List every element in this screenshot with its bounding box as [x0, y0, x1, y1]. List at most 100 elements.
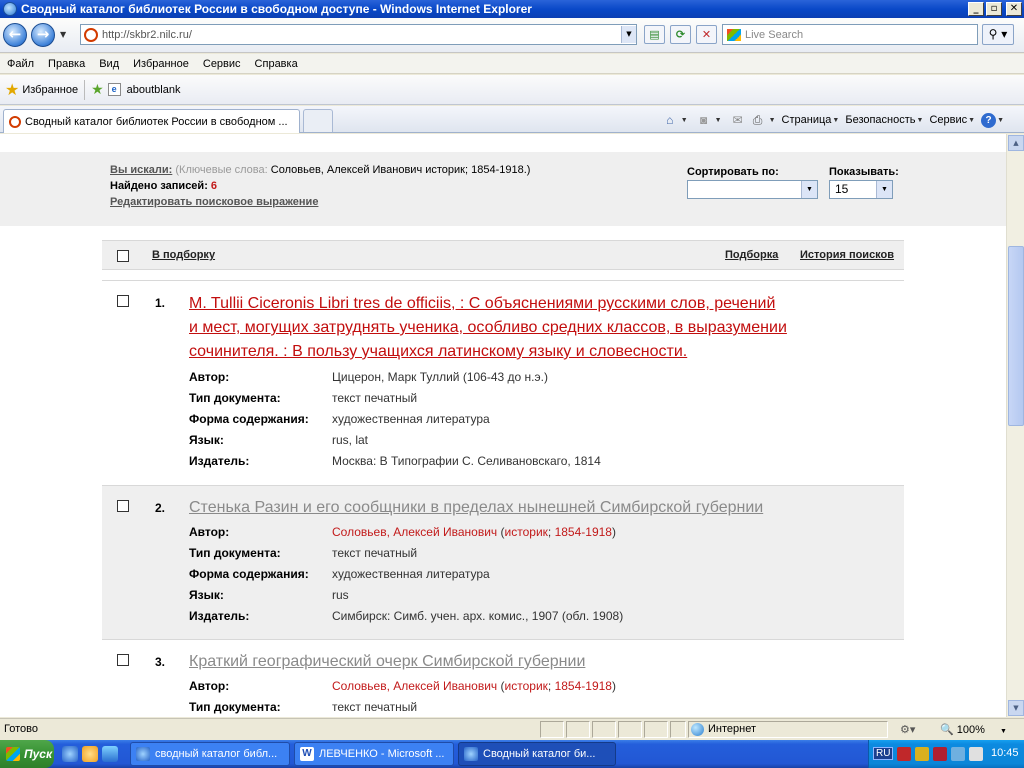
search-input[interactable]: Live Search — [722, 24, 978, 45]
record-1-title-line-1[interactable]: M. Tullii Ciceronis Libri tres de offici… — [189, 292, 899, 316]
record-2-checkbox[interactable] — [117, 500, 129, 512]
print-icon[interactable]: ⎙ — [750, 113, 766, 127]
new-tab-button[interactable] — [303, 109, 333, 132]
scroll-thumb[interactable] — [1008, 246, 1024, 426]
history-dropdown-icon[interactable]: ▼ — [60, 30, 66, 39]
field-value: текст печатный — [332, 391, 418, 405]
feeds-dropdown-icon[interactable]: ▼ — [715, 117, 722, 124]
per-page-dropdown-icon[interactable]: ▼ — [876, 181, 892, 198]
record-1-title-link[interactable]: M. Tullii Ciceronis Libri tres de offici… — [189, 292, 899, 364]
select-all-checkbox[interactable] — [117, 250, 129, 262]
back-button[interactable]: ← — [3, 23, 27, 47]
sort-select[interactable]: ▼ — [687, 180, 818, 199]
start-button[interactable]: Пуск — [0, 740, 54, 768]
home-icon[interactable]: ⌂ — [662, 113, 678, 127]
refresh-icon[interactable]: ⟳ — [670, 25, 691, 44]
favorites-star-icon[interactable]: ★ — [5, 80, 19, 100]
status-segment — [592, 721, 616, 738]
tray-app-icon[interactable] — [933, 747, 947, 761]
zoom-control[interactable]: 🔍 100% ▼ — [940, 723, 1007, 736]
tray-app-icon[interactable] — [951, 747, 965, 761]
add-to-selection-link[interactable]: В подборку — [152, 249, 215, 261]
menu-favorites[interactable]: Избранное — [126, 58, 196, 70]
result-record-2: 2. Стенька Разин и его сообщники в преде… — [102, 486, 904, 640]
author-name-link[interactable]: Соловьев, Алексей Иванович — [332, 525, 497, 539]
zoom-dropdown-icon[interactable]: ▼ — [1000, 728, 1007, 735]
tools-menu[interactable]: Сервис — [929, 114, 967, 126]
record-2-title-link[interactable]: Стенька Разин и его сообщники в пределах… — [189, 496, 899, 520]
language-indicator[interactable]: RU — [873, 747, 894, 760]
search-history-link[interactable]: История поисков — [800, 249, 894, 261]
mail-icon[interactable]: ✉ — [730, 113, 746, 127]
forward-button[interactable]: → — [31, 23, 55, 47]
menu-tools[interactable]: Сервис — [196, 58, 248, 70]
help-icon[interactable]: ? — [981, 112, 997, 128]
zone-text: Интернет — [708, 723, 756, 735]
page-dropdown-icon[interactable]: ▼ — [832, 117, 839, 124]
scroll-down-icon[interactable]: ▼ — [1008, 700, 1024, 716]
page-menu[interactable]: Страница — [782, 114, 832, 126]
vertical-scrollbar[interactable]: ▲ ▼ — [1006, 134, 1024, 717]
edit-query-link[interactable]: Редактировать поисковое выражение — [110, 196, 318, 208]
per-page-select[interactable]: 15 ▼ — [829, 180, 893, 199]
address-dropdown-icon[interactable]: ▼ — [621, 26, 636, 43]
show-desktop-icon[interactable] — [102, 746, 118, 762]
record-3-checkbox[interactable] — [117, 654, 129, 666]
author-role-link[interactable]: историк — [505, 525, 548, 539]
menu-help[interactable]: Справка — [248, 58, 305, 70]
results-list: 1. M. Tullii Ciceronis Libri tres de off… — [102, 280, 904, 717]
taskbar-item-word[interactable]: W ЛЕВЧЕНКО - Microsoft ... — [294, 742, 454, 766]
search-query-line: Вы искали: (Ключевые слова: Соловьев, Ал… — [110, 164, 530, 176]
stop-icon[interactable]: ✕ — [696, 25, 717, 44]
search-button[interactable]: ⚲ ▾ — [982, 24, 1014, 45]
print-dropdown-icon[interactable]: ▼ — [769, 117, 776, 124]
feeds-icon[interactable]: ◙ — [696, 113, 712, 127]
help-dropdown-icon[interactable]: ▼ — [997, 117, 1004, 124]
clock[interactable]: 10:45 — [991, 747, 1019, 759]
menu-file[interactable]: Файл — [0, 58, 41, 70]
security-zone[interactable]: Интернет — [688, 721, 888, 738]
url-text[interactable]: http://skbr2.nilc.ru/ — [102, 29, 621, 41]
minimize-button[interactable]: _ — [968, 2, 984, 16]
found-label: Найдено записей: — [110, 180, 208, 192]
status-text: Готово — [4, 723, 38, 735]
author-role-link[interactable]: историк — [505, 679, 548, 693]
tray-app-icon[interactable] — [915, 747, 929, 761]
home-dropdown-icon[interactable]: ▼ — [681, 117, 688, 124]
tab-active[interactable]: Сводный каталог библиотек России в свобо… — [3, 109, 300, 133]
media-player-quicklaunch-icon[interactable] — [82, 746, 98, 762]
record-1-checkbox[interactable] — [117, 295, 129, 307]
protected-mode-icon[interactable]: ⚙▾ — [900, 723, 915, 736]
maximize-button[interactable]: ▫ — [986, 2, 1002, 16]
field-value: текст печатный — [332, 546, 418, 560]
author-dates-link[interactable]: 1854-1918 — [555, 679, 612, 693]
tools-dropdown-icon[interactable]: ▼ — [968, 117, 975, 124]
selection-link[interactable]: Подборка — [725, 249, 778, 261]
add-favorite-icon[interactable]: ★ — [91, 81, 104, 98]
close-button[interactable]: ✕ — [1006, 2, 1022, 16]
safety-menu[interactable]: Безопасность — [845, 114, 915, 126]
tray-app-icon[interactable] — [897, 747, 911, 761]
volume-icon[interactable] — [969, 747, 983, 761]
taskbar-item-ie-active[interactable]: Сводный каталог би... — [458, 742, 616, 766]
taskbar-item-ie-1[interactable]: сводный каталог библ... — [130, 742, 290, 766]
favorite-link-aboutblank[interactable]: aboutblank — [127, 84, 181, 96]
menu-edit[interactable]: Правка — [41, 58, 92, 70]
address-bar[interactable]: http://skbr2.nilc.ru/ ▼ — [80, 24, 637, 45]
sort-dropdown-icon[interactable]: ▼ — [801, 181, 817, 198]
record-1-title-line-2[interactable]: и мест, могущих затруднять ученика, особ… — [189, 316, 899, 340]
compatibility-icon[interactable]: ▤ — [644, 25, 665, 44]
author-name-link[interactable]: Соловьев, Алексей Иванович — [332, 679, 497, 693]
favorites-button[interactable]: Избранное — [22, 84, 78, 96]
ie-quicklaunch-icon[interactable] — [62, 746, 78, 762]
menu-view[interactable]: Вид — [92, 58, 126, 70]
page-content: Вы искали: (Ключевые слова: Соловьев, Ал… — [0, 134, 1006, 717]
safety-dropdown-icon[interactable]: ▼ — [917, 117, 924, 124]
menu-bar: Файл Правка Вид Избранное Сервис Справка — [0, 54, 1024, 74]
record-1-title-line-3[interactable]: сочинителя. : В пользу учащихся латинско… — [189, 340, 899, 364]
author-dates-link[interactable]: 1854-1918 — [555, 525, 612, 539]
taskbar: Пуск сводный каталог библ... W ЛЕВЧЕНКО … — [0, 740, 1024, 768]
record-3-title-link[interactable]: Краткий географический очерк Симбирской … — [189, 650, 899, 674]
favorites-separator — [84, 79, 86, 100]
scroll-up-icon[interactable]: ▲ — [1008, 135, 1024, 151]
